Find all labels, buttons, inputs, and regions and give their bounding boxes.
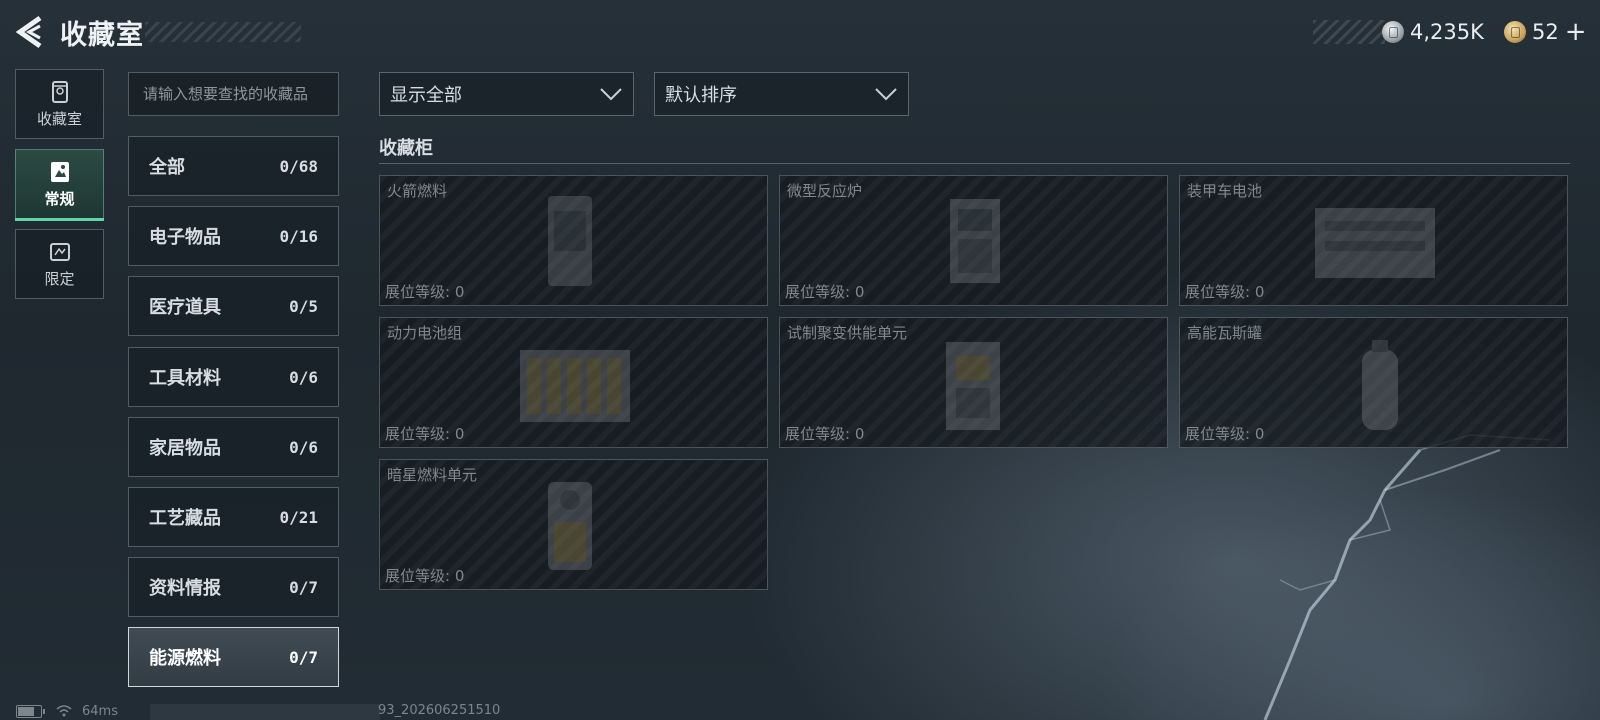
tab-regular-label: 常规	[44, 189, 75, 208]
category-label: 工具材料	[149, 368, 221, 389]
item-level: 展位等级: 0	[785, 283, 865, 301]
item-level: 展位等级: 0	[385, 425, 465, 443]
title-decoration	[145, 22, 301, 42]
category-energy-fuel[interactable]: 能源燃料 0/7	[128, 627, 339, 687]
item-name: 火箭燃料	[387, 182, 448, 200]
status-bar: 64ms	[16, 703, 118, 719]
fusion-power-unit-image	[946, 342, 1000, 430]
category-all[interactable]: 全部 0/68	[128, 136, 339, 196]
chevron-down-icon	[600, 88, 622, 101]
item-name: 试制聚变供能单元	[787, 324, 908, 342]
category-count: 0/6	[289, 437, 318, 457]
back-arrow-icon	[15, 15, 42, 49]
silver-currency: 4,235K	[1382, 18, 1484, 46]
category-count: 0/6	[289, 367, 318, 387]
item-card[interactable]: 试制聚变供能单元 展位等级: 0	[779, 317, 1168, 448]
item-card[interactable]: 微型反应炉 展位等级: 0	[779, 175, 1168, 306]
item-level: 展位等级: 0	[1185, 283, 1265, 301]
section-title: 收藏柜	[379, 138, 433, 159]
category-tools[interactable]: 工具材料 0/6	[128, 347, 339, 407]
tab-collection-room-label: 收藏室	[36, 109, 82, 128]
page-title: 收藏室	[60, 20, 144, 51]
display-filter-label: 显示全部	[390, 85, 462, 106]
tab-limited-label: 限定	[44, 269, 75, 288]
category-medical[interactable]: 医疗道具 0/5	[128, 276, 339, 336]
dark-star-fuel-unit-image	[548, 482, 592, 570]
category-label: 全部	[149, 157, 185, 178]
currency-decoration	[1313, 20, 1385, 44]
gas-canister-image	[1362, 340, 1398, 430]
category-count: 0/21	[279, 507, 318, 527]
add-currency-button[interactable]: +	[1565, 17, 1587, 47]
wifi-icon	[56, 705, 72, 717]
item-name: 微型反应炉	[787, 182, 863, 200]
limited-icon	[49, 242, 70, 261]
item-card[interactable]: 高能瓦斯罐 展位等级: 0	[1179, 317, 1568, 448]
silver-coin-icon	[1382, 21, 1404, 43]
category-count: 0/7	[289, 647, 318, 667]
display-filter-dropdown[interactable]: 显示全部	[379, 72, 634, 116]
category-count: 0/7	[289, 577, 318, 597]
category-label: 医疗道具	[149, 297, 221, 318]
armored-vehicle-battery-image	[1315, 208, 1435, 278]
item-level: 展位等级: 0	[385, 283, 465, 301]
category-intel[interactable]: 资料情报 0/7	[128, 557, 339, 617]
lightning-background	[1263, 434, 1551, 720]
category-count: 0/68	[279, 156, 318, 176]
gold-currency-value: 52	[1532, 20, 1559, 44]
sort-label: 默认排序	[665, 85, 737, 106]
silver-currency-value: 4,235K	[1410, 20, 1484, 44]
item-name: 动力电池组	[387, 324, 463, 342]
category-label: 家居物品	[149, 438, 221, 459]
item-level: 展位等级: 0	[785, 425, 865, 443]
power-battery-pack-image	[520, 350, 630, 422]
category-electronics[interactable]: 电子物品 0/16	[128, 206, 339, 266]
category-label: 能源燃料	[149, 648, 221, 669]
category-label: 工艺藏品	[149, 508, 221, 529]
item-level: 展位等级: 0	[385, 567, 465, 585]
tab-collection-room[interactable]: 收藏室	[15, 69, 104, 139]
build-info-mask	[150, 704, 380, 720]
gold-currency[interactable]: 52 +	[1504, 17, 1587, 47]
back-button[interactable]	[14, 14, 48, 50]
chevron-down-icon	[875, 88, 897, 101]
category-count: 0/16	[279, 226, 318, 246]
category-household[interactable]: 家居物品 0/6	[128, 417, 339, 477]
item-name: 暗星燃料单元	[387, 466, 478, 484]
regular-icon	[50, 161, 69, 182]
category-crafts[interactable]: 工艺藏品 0/21	[128, 487, 339, 547]
item-name: 装甲车电池	[1187, 182, 1263, 200]
item-card[interactable]: 暗星燃料单元 展位等级: 0	[379, 459, 768, 590]
item-card[interactable]: 动力电池组 展位等级: 0	[379, 317, 768, 448]
collection-room-icon	[51, 80, 68, 103]
item-card[interactable]: 火箭燃料 展位等级: 0	[379, 175, 768, 306]
item-card[interactable]: 装甲车电池 展位等级: 0	[1179, 175, 1568, 306]
section-divider	[379, 163, 1570, 164]
tab-regular[interactable]: 常规	[15, 149, 104, 221]
ping-value: 64ms	[82, 703, 118, 719]
build-id: 93_202606251510	[378, 703, 501, 718]
sort-dropdown[interactable]: 默认排序	[654, 72, 909, 116]
category-label: 资料情报	[149, 578, 221, 599]
search-input[interactable]	[128, 72, 339, 116]
rocket-fuel-image	[548, 196, 592, 286]
item-level: 展位等级: 0	[1185, 425, 1265, 443]
item-name: 高能瓦斯罐	[1187, 324, 1263, 342]
micro-reactor-image	[950, 199, 1000, 283]
category-count: 0/5	[289, 296, 318, 316]
gold-coin-icon	[1504, 21, 1526, 43]
tab-limited[interactable]: 限定	[15, 229, 104, 299]
battery-icon	[16, 704, 45, 718]
category-label: 电子物品	[149, 227, 221, 248]
